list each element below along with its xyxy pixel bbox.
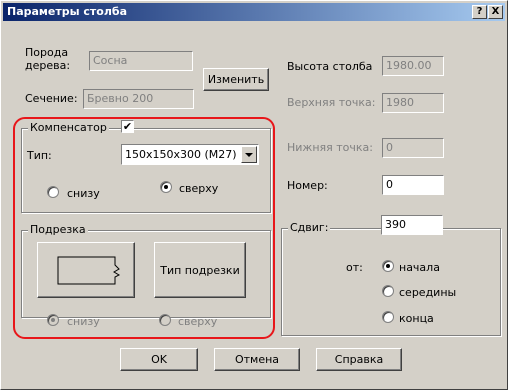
height-field[interactable]: 1980.00 — [382, 56, 444, 76]
number-label: Номер: — [287, 179, 328, 192]
change-button[interactable]: Изменить — [203, 68, 269, 91]
bottom-point-field[interactable]: 0 — [382, 138, 444, 158]
shift-radio-end-label: конца — [399, 312, 434, 325]
help-title-button[interactable]: ? — [472, 5, 487, 19]
close-title-button[interactable]: X — [488, 5, 503, 19]
number-field[interactable]: 0 — [382, 175, 444, 195]
shift-title: Сдвиг: — [288, 221, 331, 234]
shift-title-text: Сдвиг: — [290, 221, 329, 234]
section-label: Сечение: — [25, 92, 78, 105]
cancel-button[interactable]: Отмена — [214, 348, 300, 371]
shift-radio-start-label: начала — [399, 261, 440, 274]
window-title: Параметры столба — [7, 5, 128, 18]
ok-button[interactable]: OK — [120, 348, 198, 371]
dialog-window: Параметры столба ? X Порода дерева: Сосн… — [0, 0, 508, 390]
shift-field[interactable]: 390 — [381, 215, 443, 235]
section-field[interactable]: Бревно 200 — [83, 89, 194, 109]
wood-label-line2: дерева: — [25, 59, 71, 72]
highlight-outline — [13, 117, 275, 339]
top-point-field[interactable]: 1980 — [382, 93, 444, 113]
wood-field[interactable]: Сосна — [89, 51, 193, 71]
radio-dot-icon — [386, 264, 390, 268]
top-point-label: Верхняя точка: — [287, 96, 376, 109]
shift-radio-start[interactable] — [382, 260, 394, 272]
wood-label-line1: Порода — [25, 46, 69, 59]
height-label: Высота столба — [287, 60, 373, 73]
shift-radio-middle-label: середины — [399, 286, 457, 299]
shift-from-label: от: — [346, 261, 363, 274]
bottom-point-label: Нижняя точка: — [287, 141, 373, 154]
help-button[interactable]: Справка — [316, 348, 402, 371]
shift-radio-middle[interactable] — [382, 285, 394, 297]
shift-radio-end[interactable] — [382, 311, 394, 323]
title-bar[interactable]: Параметры столба ? X — [3, 3, 505, 21]
